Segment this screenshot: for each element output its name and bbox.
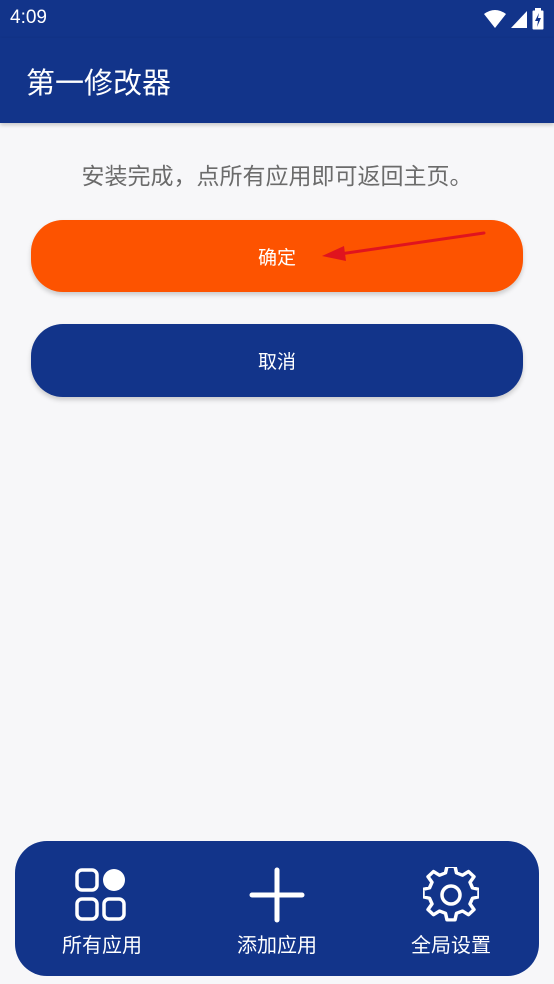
nav-label-add-app: 添加应用	[237, 933, 317, 957]
install-complete-message: 安装完成，点所有应用即可返回主页。	[81, 164, 473, 190]
battery-charging-icon	[532, 8, 544, 30]
nav-item-add-app[interactable]: 添加应用	[192, 841, 362, 976]
annotation-arrow	[322, 231, 486, 261]
nav-label-global-settings: 全局设置	[411, 933, 491, 957]
bottom-nav: 所有应用 添加应用 全局设置	[15, 841, 539, 976]
status-time: 4:09	[10, 7, 47, 28]
gear-icon	[423, 867, 479, 922]
status-bar: 4:09	[0, 0, 554, 38]
confirm-button[interactable]: 确定	[31, 220, 523, 292]
signal-icon	[511, 11, 527, 28]
cancel-button-label: 取消	[257, 351, 296, 373]
plus-icon	[249, 867, 305, 923]
nav-item-global-settings[interactable]: 全局设置	[366, 841, 536, 976]
cancel-button[interactable]: 取消	[31, 324, 523, 397]
wifi-icon	[484, 10, 506, 28]
nav-item-all-apps[interactable]: 所有应用	[17, 841, 187, 976]
status-icons	[484, 8, 544, 30]
apps-grid-icon	[75, 868, 126, 921]
confirm-button-label: 确定	[257, 246, 296, 269]
app-bar: 第一修改器	[0, 38, 554, 123]
app-title: 第一修改器	[26, 66, 172, 100]
nav-label-all-apps: 所有应用	[62, 933, 142, 957]
